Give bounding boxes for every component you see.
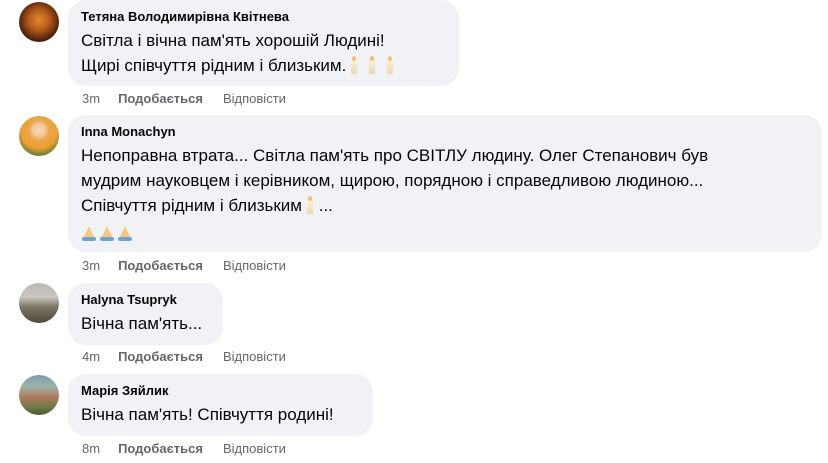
comment-text-line: Непоправна втрата... Світла пам'ять про … <box>81 146 709 165</box>
comment-actions: 4m Подобається Відповісти <box>82 348 306 365</box>
avatar[interactable] <box>19 375 59 415</box>
comment-timestamp[interactable]: 8m <box>82 441 100 456</box>
reply-button[interactable]: Відповісти <box>223 91 286 106</box>
comment-author[interactable]: Марія Зяйлик <box>81 382 361 399</box>
comment-text: Вічна пам'ять! Співчуття родині! <box>81 402 361 427</box>
comment-author[interactable]: Halyna Tsupryk <box>81 291 211 308</box>
reply-button[interactable]: Відповісти <box>223 258 286 273</box>
comment-text-line: Щирі співчуття рідним і близьким. <box>81 53 447 78</box>
candle-icon <box>306 196 314 214</box>
comment-author[interactable]: Тетяна Володимирівна Квітнева <box>81 8 447 25</box>
pray-icon <box>99 225 115 241</box>
pray-icon <box>81 225 97 241</box>
like-button[interactable]: Подобається <box>118 258 203 273</box>
comment-timestamp[interactable]: 3m <box>82 91 100 106</box>
avatar[interactable] <box>19 116 59 156</box>
comment-text-fragment: ... <box>318 196 333 215</box>
comment-actions: 3m Подобається Відповісти <box>82 90 306 107</box>
reply-button[interactable]: Відповісти <box>223 441 286 456</box>
comment-text-line: мудрим науковцем і керівником, щирою, по… <box>81 171 704 190</box>
comment-author[interactable]: Inna Monachyn <box>81 123 810 140</box>
comment-text-line: Вічна пам'ять! Співчуття родині! <box>81 405 334 424</box>
like-button[interactable]: Подобається <box>118 91 203 106</box>
like-button[interactable]: Подобається <box>118 441 203 456</box>
candle-icon <box>368 56 376 74</box>
comment-bubble: Марія Зяйлик Вічна пам'ять! Співчуття ро… <box>68 374 373 436</box>
comment-text-fragment: Щирі співчуття рідним і близьким. <box>81 56 347 75</box>
avatar[interactable] <box>19 283 59 323</box>
comment-text-line: Світла і вічна пам'ять хорошій Людині! <box>81 31 385 50</box>
pray-icon <box>117 225 133 241</box>
avatar[interactable] <box>19 2 59 42</box>
comment-text-line <box>81 219 810 244</box>
candle-icon <box>350 56 358 74</box>
comment-bubble: Halyna Tsupryk Вічна пам'ять... <box>68 283 223 345</box>
comment-text: Вічна пам'ять... <box>81 311 211 336</box>
comment-text: Непоправна втрата... Світла пам'ять про … <box>81 143 810 244</box>
comment-bubble: Тетяна Володимирівна Квітнева Світла і в… <box>68 0 459 86</box>
comment-bubble: Inna Monachyn Непоправна втрата... Світл… <box>68 115 822 252</box>
comment-text-line: Співчуття рідним і близьким ... <box>81 193 810 218</box>
comment-actions: 8m Подобається Відповісти <box>82 440 306 457</box>
reply-button[interactable]: Відповісти <box>223 349 286 364</box>
candle-icon <box>386 56 394 74</box>
like-button[interactable]: Подобається <box>118 349 203 364</box>
comment-text-line: Вічна пам'ять... <box>81 314 203 333</box>
comment-text-fragment: Співчуття рідним і близьким <box>81 196 302 215</box>
comment-timestamp[interactable]: 3m <box>82 258 100 273</box>
comment-timestamp[interactable]: 4m <box>82 349 100 364</box>
comment-actions: 3m Подобається Відповісти <box>82 257 306 274</box>
comment-text: Світла і вічна пам'ять хорошій Людині! Щ… <box>81 28 447 78</box>
